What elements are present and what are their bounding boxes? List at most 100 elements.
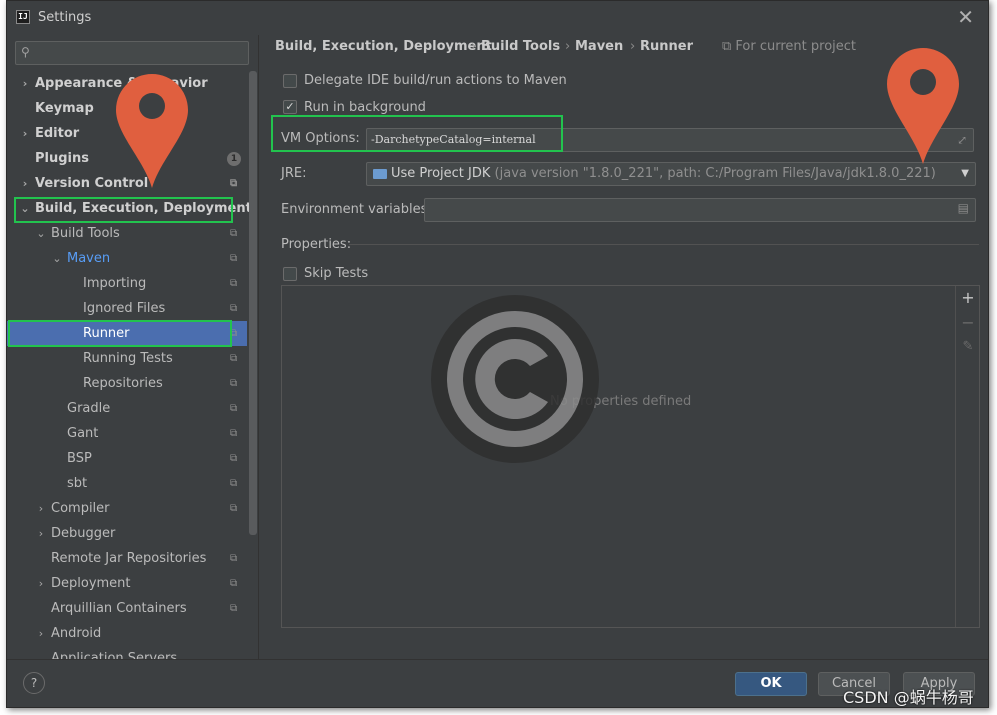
sidebar-item-label: Ignored Files [83,301,166,316]
sidebar-item[interactable]: › Deployment ⧉ [7,571,247,596]
sidebar-item-label: Arquillian Containers [51,601,187,616]
scope-note: ⧉ For current project [722,39,856,54]
project-scope-icon: ⧉ [230,403,238,414]
sidebar-item-label: Gant [67,426,99,441]
skip-tests-label: Skip Tests [304,266,369,281]
sidebar-item[interactable]: BSP ⧉ [7,446,247,471]
breadcrumb-separator-icon: › [630,39,636,54]
sidebar-item-label: Android [51,626,102,641]
project-scope-icon: ⧉ [230,278,238,289]
project-scope-icon: ⧉ [230,253,238,264]
run-in-background-checkbox[interactable]: ✓ [283,100,297,114]
project-scope-icon: ⧉ [230,553,238,564]
jre-selected-value: Use Project JDK [391,166,491,181]
sidebar-item[interactable]: sbt ⧉ [7,471,247,496]
sidebar-item[interactable]: Gradle ⧉ [7,396,247,421]
csdn-watermark: CSDN @蜗牛杨哥 [843,688,974,707]
sidebar-scrollbar[interactable] [249,71,257,535]
sidebar-item[interactable]: Arquillian Containers ⧉ [7,596,247,621]
sidebar-item[interactable]: Ignored Files ⧉ [7,296,247,321]
breadcrumb-separator-icon: › [565,39,571,54]
highlight-box [271,115,563,152]
env-variables-label: Environment variables: [281,202,432,217]
delegate-to-maven-label: Delegate IDE build/run actions to Maven [304,73,567,88]
chevron-right-icon[interactable]: › [19,71,31,96]
sidebar-item-label: Maven [67,251,111,266]
add-icon[interactable]: + [956,288,980,307]
sidebar-item[interactable]: Remote Jar Repositories ⧉ [7,546,247,571]
breadcrumb-current: Runner [640,39,694,54]
env-variables-input[interactable]: ▤ [424,198,976,222]
sidebar-item-label: Gradle [67,401,111,416]
window-title: Settings [38,10,92,25]
sidebar-item[interactable]: Running Tests ⧉ [7,346,247,371]
sidebar-item[interactable]: › Debugger [7,521,247,546]
chevron-right-icon[interactable]: › [19,171,31,196]
chevron-right-icon[interactable]: › [35,571,47,596]
sidebar-item-label: Repositories [83,376,163,391]
sidebar-item[interactable]: Importing ⧉ [7,271,247,296]
breadcrumb-separator-icon: › [471,39,477,54]
chevron-right-icon[interactable]: › [35,621,47,646]
intellij-app-icon: IJ [16,10,30,24]
chevron-down-icon[interactable]: ⌄ [51,246,63,271]
project-scope-icon: ⧉ [230,303,238,314]
edit-pencil-icon[interactable]: ✎ [956,339,980,354]
sidebar-item-label: Keymap [35,101,94,116]
project-scope-icon: ⧉ [230,228,238,239]
project-scope-icon: ⧉ [230,603,238,614]
project-scope-icon: ⧉ [230,178,238,189]
sidebar-item[interactable]: › Android [7,621,247,646]
remove-icon[interactable]: − [956,313,980,332]
title-bar: IJ Settings ✕ [7,1,988,35]
edit-list-icon[interactable]: ▤ [958,201,969,215]
properties-table[interactable]: No properties defined + − ✎ [281,285,980,628]
sidebar-item-label: Remote Jar Repositories [51,551,207,566]
copy-icon: ⧉ [722,39,736,54]
settings-search-input[interactable]: ⚲ [15,41,249,65]
project-scope-icon: ⧉ [230,503,238,514]
sidebar-item[interactable]: ⌄ Build Tools ⧉ [7,221,247,246]
search-icon: ⚲ [21,45,30,59]
sidebar-item[interactable]: Gant ⧉ [7,421,247,446]
properties-label: Properties: [281,237,352,252]
chevron-down-icon[interactable]: ▼ [961,163,969,185]
properties-toolbar: + − ✎ [955,286,979,627]
skip-tests-checkbox[interactable] [283,267,297,281]
sidebar-item[interactable]: Repositories ⧉ [7,371,247,396]
sidebar-item-label: Running Tests [83,351,173,366]
sidebar-item[interactable]: Application Servers [7,646,247,659]
sidebar-item[interactable]: › Compiler ⧉ [7,496,247,521]
chevron-right-icon[interactable]: › [19,121,31,146]
chevron-right-icon[interactable]: › [35,521,47,546]
sidebar-item-label: Build Tools [51,226,120,241]
breadcrumb-item[interactable]: Maven [575,39,623,54]
delegate-to-maven-checkbox[interactable] [283,74,297,88]
sidebar-item-label: Editor [35,126,80,141]
sidebar-item-label: Plugins [35,151,89,166]
sidebar-item-label: Deployment [51,576,131,591]
highlight-box [14,197,233,223]
chevron-right-icon[interactable]: › [35,496,47,521]
sidebar-item-label: Compiler [51,501,110,516]
ok-button[interactable]: OK [735,672,807,696]
project-scope-icon: ⧉ [230,578,238,589]
jre-detail: (java version "1.8.0_221", path: C:/Prog… [494,166,936,181]
sidebar-item-label: sbt [67,476,88,491]
scope-note-text: For current project [735,39,857,54]
update-badge: 1 [227,152,241,166]
jre-label: JRE: [281,166,307,181]
folder-icon [373,169,387,179]
project-scope-icon: ⧉ [230,428,238,439]
chevron-down-icon[interactable]: ⌄ [35,221,47,246]
breadcrumb-item[interactable]: Build, Execution, Deployment [275,39,492,54]
copyright-watermark-icon [431,295,599,463]
sidebar-item[interactable]: ⌄ Maven ⧉ [7,246,247,271]
sidebar-item-label: Application Servers [51,651,178,659]
breadcrumb-item[interactable]: Build Tools [481,39,560,54]
highlight-box [8,320,232,347]
help-button[interactable]: ? [23,672,45,694]
project-scope-icon: ⧉ [230,453,238,464]
sidebar-item-label: Importing [83,276,147,291]
close-icon[interactable]: ✕ [957,7,974,27]
